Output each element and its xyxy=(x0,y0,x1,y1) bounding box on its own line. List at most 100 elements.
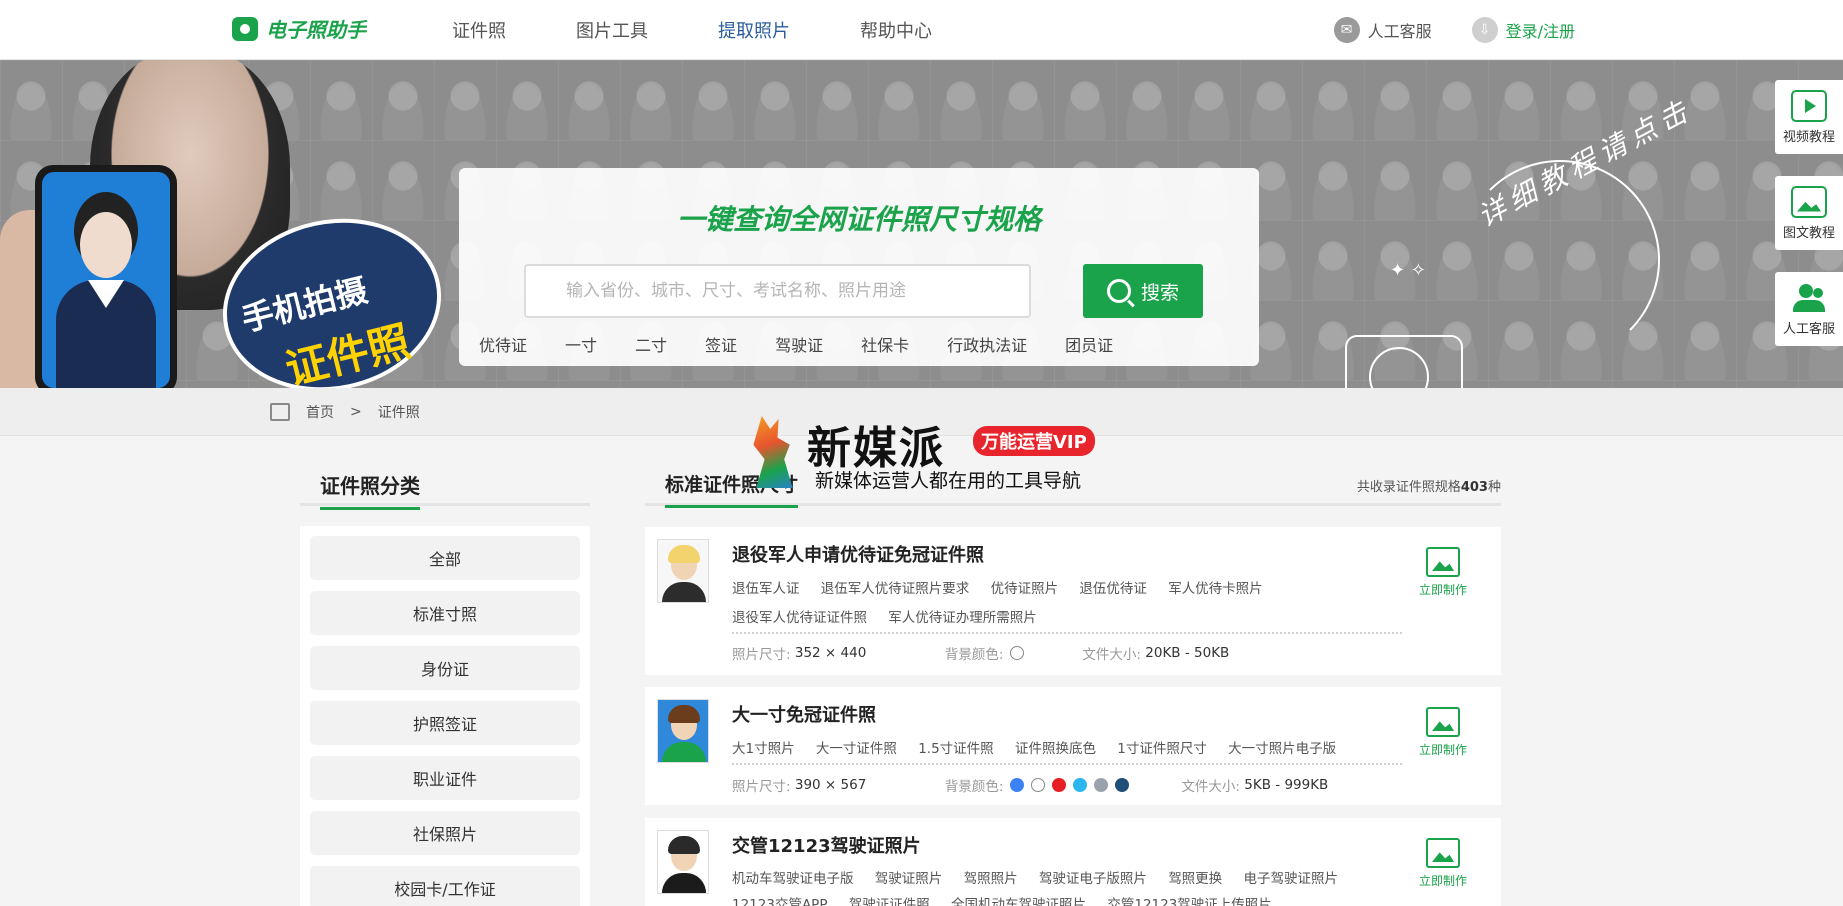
card-tag[interactable]: 12123交管APP xyxy=(732,897,827,906)
quick-tag[interactable]: 团员证 xyxy=(1065,332,1113,356)
bg-color-swatch xyxy=(1073,778,1088,792)
quick-tag[interactable]: 二寸 xyxy=(635,332,667,356)
card-tag[interactable]: 驾驶证照片 xyxy=(875,871,943,887)
customer-service-link[interactable]: ✉ 人工客服 xyxy=(1333,17,1432,43)
card-tag[interactable]: 驾照更换 xyxy=(1168,871,1222,887)
photo-spec-card[interactable]: 大一寸免冠证件照 大1寸照片 大一寸证件照 1.5寸证件照 证件照换底色 1寸证… xyxy=(645,687,1501,805)
nav-help-center[interactable]: 帮助中心 xyxy=(860,17,932,43)
card-tags: 退伍军人证 退伍军人优待证照片要求 优待证照片 退伍优待证 军人优待卡照片 退役… xyxy=(732,575,1432,633)
side-tab-image-tutorial[interactable]: 图文教程 xyxy=(1775,176,1843,250)
spec-count-value: 403 xyxy=(1460,480,1488,495)
side-tab-label: 图文教程 xyxy=(1782,225,1835,241)
card-title[interactable]: 交管12123驾驶证照片 xyxy=(732,832,921,858)
breadcrumb: 首页 > 证件照 xyxy=(270,402,420,422)
site-logo[interactable]: 电子照助手 xyxy=(232,14,366,43)
category-title: 证件照分类 xyxy=(320,470,420,510)
quick-tag[interactable]: 驾驶证 xyxy=(775,332,823,356)
card-tag[interactable]: 军人优待证办理所需照片 xyxy=(888,610,1037,626)
quick-tag[interactable]: 一寸 xyxy=(565,332,597,356)
search-input[interactable] xyxy=(524,264,1031,318)
play-icon xyxy=(1791,89,1827,122)
category-item-passport-visa[interactable]: 护照签证 xyxy=(310,701,580,745)
card-meta: 照片尺寸: 352 × 440 背景颜色: 文件大小: 20KB - 50KB xyxy=(732,645,1230,663)
card-title[interactable]: 退役军人申请优待证免冠证件照 xyxy=(732,541,984,567)
image-icon xyxy=(1426,547,1460,577)
quick-tag[interactable]: 签证 xyxy=(705,332,737,356)
card-tag[interactable]: 大1寸照片 xyxy=(732,741,795,757)
side-tab-video-tutorial[interactable]: 视频教程 xyxy=(1775,80,1843,154)
make-now-button[interactable]: 立即制作 xyxy=(1415,838,1471,889)
card-tag[interactable]: 退伍优待证 xyxy=(1079,581,1147,597)
side-tab-label: 人工客服 xyxy=(1782,321,1835,337)
card-tag[interactable]: 退伍军人优待证照片要求 xyxy=(821,581,970,597)
quick-tag[interactable]: 优待证 xyxy=(479,332,527,356)
card-tag[interactable]: 驾驶证电子版照片 xyxy=(1039,871,1147,887)
bg-color-swatch xyxy=(1031,778,1046,792)
sparkle-icon: ✦ ✧ xyxy=(1390,260,1426,281)
card-tag[interactable]: 大一寸照片电子版 xyxy=(1228,741,1336,757)
phone-mockup xyxy=(35,165,177,388)
phone-screen xyxy=(42,172,170,388)
card-tags: 机动车驾驶证电子版 驾驶证照片 驾照照片 驾驶证电子版照片 驾照更换 电子驾驶证… xyxy=(732,866,1432,906)
card-tag[interactable]: 1.5寸证件照 xyxy=(918,741,993,757)
logo-text: 电子照助手 xyxy=(266,18,366,42)
card-tag[interactable]: 1寸证件照尺寸 xyxy=(1117,741,1207,757)
image-icon xyxy=(1426,707,1460,737)
quick-tag[interactable]: 行政执法证 xyxy=(947,332,1027,356)
card-tag[interactable]: 退役军人优待证证件照 xyxy=(732,610,867,626)
file-size: 5KB - 999KB xyxy=(1244,777,1329,793)
card-tag[interactable]: 全国机动车驾驶证照片 xyxy=(951,897,1086,906)
category-item-standard[interactable]: 标准寸照 xyxy=(310,591,580,635)
bg-color-swatch xyxy=(1052,778,1067,792)
login-register-label: 登录/注册 xyxy=(1505,22,1575,41)
card-tag[interactable]: 优待证照片 xyxy=(991,581,1059,597)
nav-image-tools[interactable]: 图片工具 xyxy=(576,17,648,43)
card-tag[interactable]: 军人优待卡照片 xyxy=(1168,581,1263,597)
card-tags: 大1寸照片 大一寸证件照 1.5寸证件照 证件照换底色 1寸证件照尺寸 大一寸照… xyxy=(732,735,1432,764)
card-tag[interactable]: 驾照照片 xyxy=(964,871,1018,887)
portrait-icon xyxy=(270,403,290,421)
card-tag[interactable]: 交管12123驾驶证上传照片 xyxy=(1107,897,1271,906)
breadcrumb-separator: > xyxy=(350,404,362,420)
search-button[interactable]: 搜索 xyxy=(1083,264,1203,318)
login-register-link[interactable]: ⇩ 登录/注册 xyxy=(1471,17,1575,43)
category-item-campus-work[interactable]: 校园卡/工作证 xyxy=(310,866,580,906)
card-tag[interactable]: 驾驶证证件照 xyxy=(849,897,930,906)
make-now-button[interactable]: 立即制作 xyxy=(1415,547,1471,598)
card-tag[interactable]: 退伍军人证 xyxy=(732,581,800,597)
category-item-social-security[interactable]: 社保照片 xyxy=(310,811,580,855)
search-panel: 一键查询全网证件照尺寸规格 搜索 优待证 一寸 二寸 签证 驾驶证 社保卡 行政… xyxy=(459,168,1259,366)
quick-tag[interactable]: 社保卡 xyxy=(861,332,909,356)
card-tag[interactable]: 机动车驾驶证电子版 xyxy=(732,871,854,887)
card-tag[interactable]: 证件照换底色 xyxy=(1015,741,1096,757)
make-now-button[interactable]: 立即制作 xyxy=(1415,707,1471,758)
customer-service-label: 人工客服 xyxy=(1367,22,1432,41)
sample-photo-thumbnail xyxy=(657,830,709,894)
nav-extract-photo[interactable]: 提取照片 xyxy=(718,17,790,43)
side-tab-customer-service[interactable]: 人工客服 xyxy=(1775,272,1843,346)
deer-logo-icon xyxy=(753,416,793,488)
sample-photo-thumbnail xyxy=(657,699,709,763)
top-header: 电子照助手 证件照 图片工具 提取照片 帮助中心 ✉ 人工客服 ⇩ 登录/注册 xyxy=(0,0,1843,60)
photo-size: 352 × 440 xyxy=(794,645,867,661)
photo-spec-card[interactable]: 退役军人申请优待证免冠证件照 退伍军人证 退伍军人优待证照片要求 优待证照片 退… xyxy=(645,527,1501,675)
picture-icon xyxy=(1791,185,1827,218)
category-item-professional[interactable]: 职业证件 xyxy=(310,756,580,800)
bg-color-swatch xyxy=(1010,646,1025,660)
category-item-id-card[interactable]: 身份证 xyxy=(310,646,580,690)
category-header: 证件照分类 xyxy=(300,460,590,510)
watermark-subtitle: 新媒体运营人都在用的工具导航 xyxy=(815,470,1082,492)
watermark-badge: 万能运营VIP xyxy=(973,426,1095,456)
card-tag[interactable]: 电子驾驶证照片 xyxy=(1243,871,1338,887)
photo-spec-card[interactable]: 交管12123驾驶证照片 机动车驾驶证电子版 驾驶证照片 驾照照片 驾驶证电子版… xyxy=(645,818,1501,906)
card-tag[interactable]: 大一寸证件照 xyxy=(816,741,897,757)
category-list: 全部 标准寸照 身份证 护照签证 职业证件 社保照片 校园卡/工作证 xyxy=(300,526,590,906)
nav-id-photo[interactable]: 证件照 xyxy=(452,17,506,43)
side-float-tabs: 视频教程 图文教程 人工客服 xyxy=(1775,80,1843,368)
side-tab-label: 视频教程 xyxy=(1782,129,1835,145)
card-title[interactable]: 大一寸免冠证件照 xyxy=(732,701,876,727)
sample-photo-thumbnail xyxy=(657,539,709,603)
breadcrumb-home[interactable]: 首页 xyxy=(306,402,334,422)
bg-color-swatch xyxy=(1094,778,1109,792)
category-item-all[interactable]: 全部 xyxy=(310,536,580,580)
